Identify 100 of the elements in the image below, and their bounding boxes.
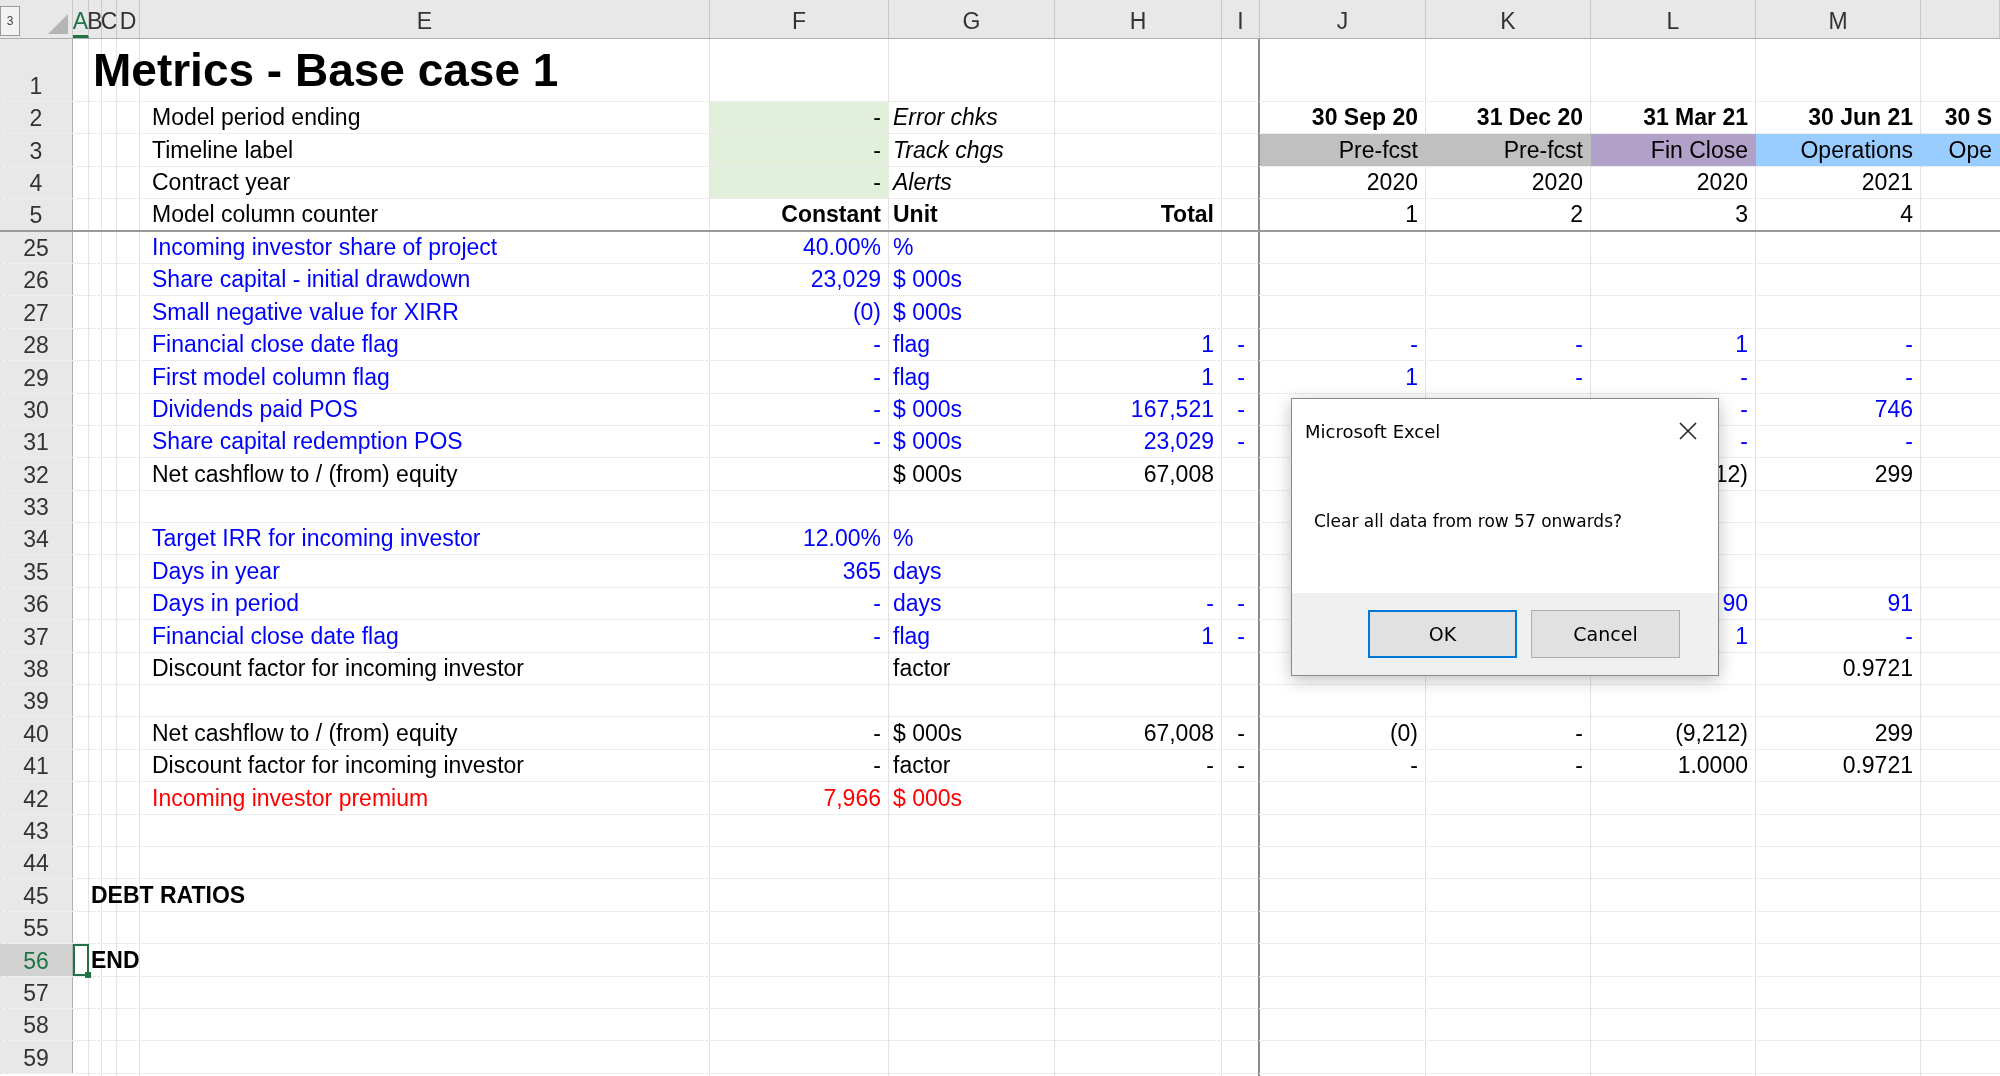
row-header[interactable]: 2 — [0, 102, 73, 134]
table-cell: - — [1206, 590, 1214, 618]
table-cell: 67,008 — [1143, 719, 1214, 747]
row-header[interactable]: 29 — [0, 361, 73, 393]
table-cell: Timeline label — [152, 136, 294, 164]
row-header[interactable]: 26 — [0, 263, 73, 296]
table-cell: - — [1410, 752, 1418, 780]
table-cell: - — [1740, 428, 1748, 456]
table-cell: 2 — [1570, 200, 1583, 228]
table-cell: 90 — [1722, 590, 1748, 618]
table-cell: - — [873, 622, 881, 650]
row-header[interactable]: 37 — [0, 620, 73, 652]
dialog-button[interactable]: OK — [1368, 610, 1517, 658]
column-header[interactable]: H — [1055, 0, 1222, 38]
row-header[interactable]: 31 — [0, 425, 73, 458]
row-header[interactable]: 40 — [0, 717, 73, 749]
row-header[interactable]: 56 — [0, 944, 73, 976]
outline-level-button[interactable]: 3 — [0, 6, 20, 36]
table-cell: 31 Mar 21 — [1643, 104, 1748, 132]
row-header[interactable]: 59 — [0, 1041, 73, 1073]
row-header[interactable]: 3 — [0, 134, 73, 166]
table-cell: 31 Dec 20 — [1476, 104, 1583, 132]
table-cell: $ 000s — [893, 266, 963, 294]
row-header[interactable]: 4 — [0, 166, 73, 199]
table-cell: - — [873, 331, 881, 359]
table-cell: Constant — [781, 200, 881, 228]
table-cell: Discount factor for incoming investor — [152, 752, 524, 780]
row-header[interactable]: 36 — [0, 587, 73, 620]
table-cell: - — [873, 719, 881, 747]
row-header[interactable]: 34 — [0, 523, 73, 555]
column-header[interactable]: M — [1756, 0, 1921, 38]
table-cell: 12.00% — [803, 525, 881, 553]
column-header[interactable]: A — [73, 0, 89, 38]
table-cell: Contract year — [152, 169, 291, 197]
row-header[interactable]: 45 — [0, 879, 73, 911]
row-header[interactable]: 33 — [0, 490, 73, 523]
table-cell: Ope — [1921, 134, 2000, 166]
row-header[interactable]: 43 — [0, 814, 73, 846]
row-header[interactable]: 28 — [0, 328, 73, 361]
table-cell: 746 — [1874, 395, 1913, 423]
table-cell: Share capital redemption POS — [152, 428, 463, 456]
table-cell: - — [1575, 752, 1583, 780]
row-header[interactable]: 39 — [0, 685, 73, 717]
table-cell: flag — [893, 331, 931, 359]
row-header[interactable]: 35 — [0, 555, 73, 587]
table-cell: Model column counter — [152, 200, 379, 228]
row-header[interactable]: 25 — [0, 231, 73, 263]
table-cell: % — [893, 233, 914, 261]
table-cell: 23,029 — [810, 266, 881, 294]
section-heading: DEBT RATIOS — [91, 881, 246, 909]
row-header[interactable]: 5 — [0, 199, 73, 230]
row-header[interactable]: 44 — [0, 847, 73, 879]
table-cell: - — [873, 395, 881, 423]
row-header[interactable]: 42 — [0, 782, 73, 814]
table-cell: (0) — [852, 298, 881, 326]
row-header[interactable]: 27 — [0, 296, 73, 328]
column-header[interactable]: K — [1426, 0, 1591, 38]
table-cell: - — [1237, 331, 1245, 359]
row-header[interactable]: 38 — [0, 652, 73, 685]
table-cell: 30 Sep 20 — [1311, 104, 1418, 132]
column-header[interactable]: I — [1222, 0, 1260, 38]
row-header[interactable]: 32 — [0, 458, 73, 490]
close-icon[interactable] — [1678, 421, 1698, 441]
column-header[interactable]: J — [1260, 0, 1426, 38]
row-header[interactable]: 41 — [0, 749, 73, 782]
table-cell: Total — [1160, 200, 1214, 228]
row-header[interactable]: 55 — [0, 911, 73, 944]
table-cell: Share capital - initial drawdown — [152, 266, 471, 294]
row-header[interactable]: 30 — [0, 393, 73, 425]
table-cell: - — [1237, 395, 1245, 423]
column-header[interactable]: L — [1591, 0, 1756, 38]
table-cell: 299 — [1874, 719, 1913, 747]
row-header[interactable]: 58 — [0, 1008, 73, 1041]
table-cell: - — [1905, 363, 1913, 391]
table-cell: - — [1237, 622, 1245, 650]
table-cell: 299 — [1874, 460, 1913, 488]
column-header[interactable]: D — [117, 0, 140, 38]
table-cell: Small negative value for XIRR — [152, 298, 459, 326]
row-header[interactable]: 57 — [0, 976, 73, 1008]
column-header[interactable]: B — [89, 0, 102, 38]
table-cell: 40.00% — [803, 233, 881, 261]
table-cell: Fin Close — [1591, 134, 1756, 166]
table-cell: 30 S — [1944, 104, 1992, 132]
table-cell: Pre-fcst — [1426, 134, 1591, 166]
dialog-button[interactable]: Cancel — [1531, 610, 1680, 658]
table-cell: $ 000s — [893, 395, 963, 423]
table-cell: 2020 — [1696, 169, 1748, 197]
table-cell: 1 — [1405, 200, 1418, 228]
table-cell: days — [893, 590, 942, 618]
column-header[interactable]: F — [710, 0, 889, 38]
column-header[interactable]: C — [102, 0, 117, 38]
column-header[interactable]: G — [889, 0, 1055, 38]
table-cell: First model column flag — [152, 363, 390, 391]
table-cell: 12) — [1714, 460, 1748, 488]
row-header[interactable]: 1 — [0, 39, 73, 101]
table-cell: flag — [893, 363, 931, 391]
table-cell: - — [1237, 363, 1245, 391]
table-cell: - — [1740, 395, 1748, 423]
column-header[interactable]: E — [140, 0, 710, 38]
table-cell: 1 — [1735, 331, 1748, 359]
